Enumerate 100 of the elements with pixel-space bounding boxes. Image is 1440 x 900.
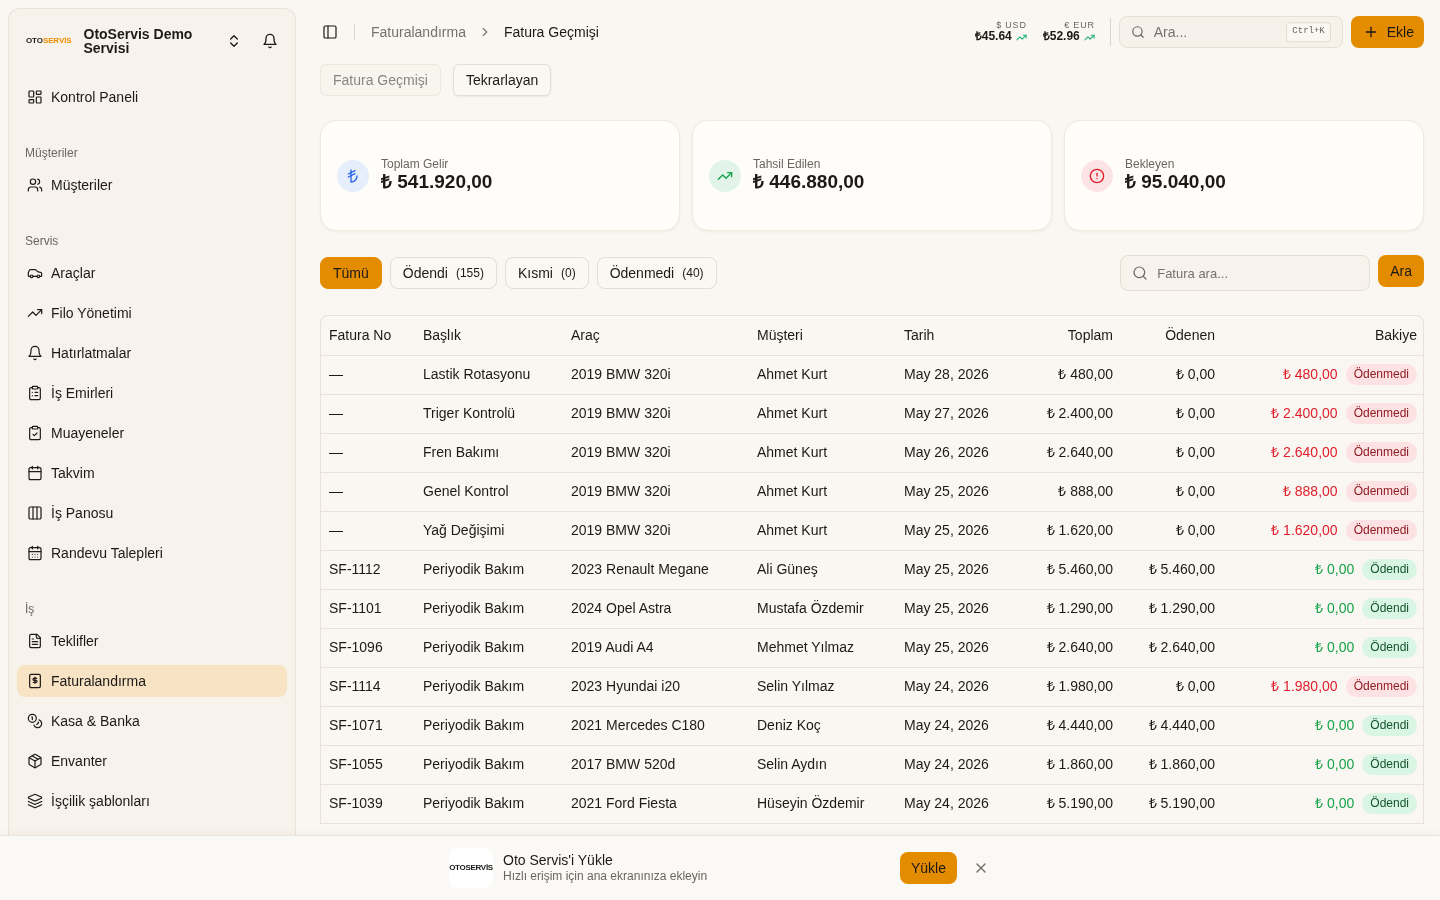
table-cell-text: Ahmet Kurt [757, 521, 828, 540]
receipt-icon [27, 673, 43, 689]
add-button[interactable]: Ekle [1350, 16, 1424, 48]
balance-amount: ₺ 888,00 [1282, 482, 1338, 501]
table-cell-text: ₺ 4.440,00 [1148, 716, 1215, 735]
search-button[interactable]: Ara [1378, 255, 1424, 287]
table-cell-text: ₺ 0,00 [1175, 521, 1215, 540]
column-header: Tarih [904, 325, 935, 345]
notifications-button[interactable] [262, 33, 278, 49]
balance-amount: ₺ 2.640,00 [1271, 443, 1338, 462]
balance-amount: ₺ 0,00 [1315, 599, 1355, 618]
table-cell-text: ₺ 5.190,00 [1046, 794, 1113, 813]
balance-amount: ₺ 0,00 [1315, 755, 1355, 774]
table-cell-text: ₺ 1.290,00 [1148, 599, 1215, 618]
status-badge: Ödenmedi [1345, 403, 1417, 424]
brand-logo: OTOSERVİS [26, 37, 72, 45]
shortcut-key: Ctrl+K [1286, 22, 1331, 42]
sidebar-item[interactable]: Envanter [17, 745, 287, 777]
panel-icon [322, 24, 338, 40]
status-badge: Ödendi [1362, 754, 1417, 775]
sidebar-item[interactable]: İş Emirleri [17, 377, 287, 409]
table-cell-text: Ahmet Kurt [757, 482, 828, 501]
table-cell-text: SF-1114 [329, 677, 381, 696]
table-cell-text: 2019 BMW 320i [571, 404, 671, 423]
sidebar-item[interactable]: Takvim [17, 457, 287, 489]
banner-title: Oto Servis'i Yükle [503, 851, 614, 870]
columns-icon [27, 505, 43, 521]
banner-subtitle: Hızlı erişim için ana ekranınıza ekleyin [503, 869, 709, 885]
filter-tab[interactable]: Ödenmedi (40) [596, 257, 717, 289]
stat-label: Bekleyen [1125, 156, 1176, 172]
section-heading: İş [24, 601, 36, 618]
filter-tab[interactable]: Tümü [320, 257, 382, 289]
breadcrumb-link[interactable]: Faturalandırma [371, 21, 466, 43]
status-badge: Ödendi [1362, 793, 1417, 814]
status-badge: Ödenmedi [1345, 676, 1417, 697]
table-cell-text: Genel Kontrol [423, 482, 509, 501]
sidebar-item[interactable]: Hatırlatmalar [17, 337, 287, 369]
invoice-search-field[interactable]: Fatura ara... [1120, 255, 1371, 291]
sidebar-item[interactable]: Kasa & Banka [17, 705, 287, 737]
sidebar-toggle[interactable] [322, 24, 338, 40]
table-cell-text: Mustafa Özdemir [757, 599, 864, 618]
table-cell-text: ₺ 1.860,00 [1148, 755, 1215, 774]
sidebar-item[interactable]: Randevu Talepleri [17, 537, 287, 569]
column-header: Müşteri [757, 325, 803, 345]
sidebar-item[interactable]: Müşteriler [17, 169, 287, 201]
section-heading: Müşteriler [24, 145, 79, 162]
rate-value: ₺45.64 [974, 30, 1012, 45]
sidebar-item[interactable]: Kontrol Paneli [17, 81, 287, 113]
table-cell-text: Lastik Rotasyonu [423, 365, 531, 384]
filter-tab[interactable]: Kısmi (0) [504, 257, 589, 289]
section-heading: Servis [24, 233, 60, 250]
table-cell-text: ₺ 1.980,00 [1046, 677, 1113, 696]
table-cell-text: Periyodik Bakım [423, 755, 525, 774]
breadcrumb-current: Fatura Geçmişi [503, 22, 599, 42]
filter-tab[interactable]: Ödendi (155) [389, 257, 497, 289]
table-cell-text: ₺ 2.640,00 [1148, 638, 1215, 657]
sidebar-item[interactable]: Muayeneler [17, 417, 287, 449]
sidebar-item[interactable]: Filo Yönetimi [17, 297, 287, 329]
coins-icon [27, 713, 43, 729]
table-cell-text: ₺ 888,00 [1058, 482, 1113, 501]
stat-value: ₺ 446.880,00 [753, 171, 865, 195]
stat-value: ₺ 541.920,00 [381, 171, 493, 195]
table-cell-text: 2019 BMW 320i [571, 365, 671, 384]
table-cell-text: SF-1112 [329, 560, 381, 579]
stat-label: Tahsil Edilen [753, 156, 822, 172]
stat-value: ₺ 95.040,00 [1125, 171, 1226, 195]
balance-amount: ₺ 480,00 [1282, 365, 1338, 384]
tab[interactable]: Tekrarlayan [452, 64, 552, 96]
status-badge: Ödenmedi [1345, 481, 1417, 502]
table-cell-text: ₺ 480,00 [1058, 365, 1113, 384]
table-cell-text: Selin Aydın [757, 755, 827, 774]
table-cell-text: Periyodik Bakım [423, 560, 525, 579]
rate-label: € EUR [1064, 19, 1095, 31]
table-cell-text: Ahmet Kurt [757, 365, 828, 384]
table-cell-text: ₺ 5.460,00 [1046, 560, 1113, 579]
table-cell-text: Fren Bakımı [423, 443, 500, 462]
table-cell-text: 2017 BMW 520d [571, 755, 676, 774]
install-button[interactable]: Yükle [899, 852, 957, 884]
table-cell-text: — [329, 443, 343, 462]
workspace-name: OtoServis Demo Servisi [83, 27, 194, 55]
alert-icon [1081, 159, 1113, 192]
table-cell-text: ₺ 0,00 [1175, 677, 1215, 696]
table-cell-text: Ali Güneş [757, 560, 818, 579]
calendar-icon [27, 465, 43, 481]
table-cell-text: Triger Kontrolü [423, 404, 516, 423]
table-cell-text: May 28, 2026 [904, 365, 989, 384]
table-cell-text: ₺ 1.860,00 [1046, 755, 1113, 774]
sidebar-item[interactable]: İş Panosu [17, 497, 287, 529]
table-cell-text: May 24, 2026 [904, 677, 989, 696]
sidebar-item[interactable]: İşçilik şablonları [17, 785, 287, 817]
table-cell-text: Periyodik Bakım [423, 599, 525, 618]
table-cell-text: 2023 Renault Megane [571, 560, 709, 579]
table-cell-text: Mehmet Yılmaz [757, 638, 854, 657]
sidebar-item[interactable]: Araçlar [17, 257, 287, 289]
table-cell-text: SF-1096 [329, 638, 383, 657]
column-header: Fatura No [329, 325, 392, 345]
sidebar-item[interactable]: Teklifler [17, 625, 287, 657]
sidebar-item[interactable]: Faturalandırma [17, 665, 287, 697]
bell-icon [27, 345, 43, 361]
column-header: Bakiye [1374, 325, 1417, 345]
